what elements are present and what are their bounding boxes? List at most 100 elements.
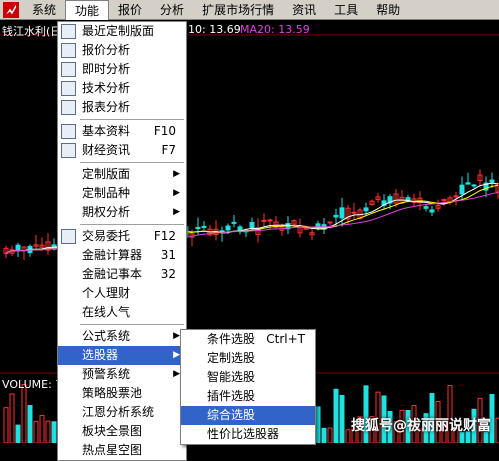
volume-bar xyxy=(27,404,33,443)
menu-item[interactable]: 最近定制版面 xyxy=(58,22,186,41)
shortcut-label: F12 xyxy=(153,229,176,243)
f10-icon xyxy=(61,124,76,139)
menu-item-label: 预警系统 xyxy=(82,367,131,381)
menu-item-label: 板块全景图 xyxy=(82,424,143,438)
volume-bar xyxy=(315,406,321,443)
menu-item[interactable]: 预警系统 ▶ xyxy=(58,365,186,384)
stock-selector-submenu: 条件选股 Ctrl+T 定制选股智能选股插件选股综合选股性价比选股器 xyxy=(180,329,316,445)
menu-item[interactable]: 财经资讯 F7 xyxy=(58,141,186,160)
menu-item[interactable]: 技术分析 xyxy=(58,79,186,98)
menu-item[interactable]: 即时分析 xyxy=(58,60,186,79)
stock-title: 钱江水利(日 xyxy=(2,25,62,38)
menu-item-label: 金融计算器 xyxy=(82,248,143,262)
submenu-item[interactable]: 插件选股 xyxy=(181,387,315,406)
menu-item[interactable]: 金融计算器 31 xyxy=(58,246,186,265)
menu-item[interactable]: 报价分析 xyxy=(58,41,186,60)
menu-extended-market[interactable]: 扩展市场行情 xyxy=(193,0,283,20)
candle-body xyxy=(249,222,255,230)
volume-bar xyxy=(21,384,27,443)
menu-item[interactable]: 期权分析 ▶ xyxy=(58,203,186,222)
volume-label: VOLUME: 7 xyxy=(2,378,63,391)
watermark: 搜狐号@祓丽丽说财富 xyxy=(351,418,491,434)
menu-tools[interactable]: 工具 xyxy=(325,0,367,20)
volume-bar xyxy=(321,427,327,443)
menu-analysis[interactable]: 分析 xyxy=(151,0,193,20)
menu-item-label: 最近定制版面 xyxy=(82,24,155,38)
candle-body xyxy=(327,221,333,224)
menu-item-label: 热点星空图 xyxy=(82,443,143,457)
menu-system[interactable]: 系统 xyxy=(23,0,65,20)
submenu-arrow-icon: ▶ xyxy=(173,169,180,179)
candle-body xyxy=(465,182,471,185)
menu-item-label: 智能选股 xyxy=(207,370,256,384)
menu-item[interactable]: 在线人气 xyxy=(58,303,186,322)
menu-item-label: 性价比选股器 xyxy=(207,427,280,441)
menu-item-label: 插件选股 xyxy=(207,389,256,403)
candle-body xyxy=(429,209,435,213)
candle-body xyxy=(267,219,273,222)
menu-function[interactable]: 功能 xyxy=(65,0,110,20)
menu-bar: 系统 功能 报价 分析 扩展市场行情 资讯 工具 帮助 xyxy=(0,0,499,20)
menu-item-label: 个人理财 xyxy=(82,286,131,300)
candle-body xyxy=(459,184,465,195)
submenu-item[interactable]: 综合选股 xyxy=(181,406,315,425)
menu-item[interactable]: 热点星空图 xyxy=(58,441,186,460)
shortcut-label: 32 xyxy=(160,267,176,281)
volume-bar xyxy=(51,421,57,443)
realtime-icon xyxy=(61,62,76,77)
menu-item[interactable]: 选股器 ▶ xyxy=(58,346,186,365)
ma20-value: MA20: 13.59 xyxy=(240,23,310,36)
menu-help[interactable]: 帮助 xyxy=(367,0,409,20)
function-menu: 最近定制版面 报价分析即时分析 技术分析 报表分析基本资料 F10 财经资讯 F7 定制版面 ▶… xyxy=(57,21,187,461)
menu-item-label: 选股器 xyxy=(82,348,119,362)
quote-icon xyxy=(61,43,76,58)
app-logo-icon[interactable] xyxy=(3,1,19,18)
submenu-item[interactable]: 性价比选股器 xyxy=(181,425,315,444)
menu-item[interactable]: 基本资料 F10 xyxy=(58,122,186,141)
candle-body xyxy=(351,211,357,214)
menu-item-label: 江恩分析系统 xyxy=(82,405,155,419)
shortcut-label: Ctrl+T xyxy=(266,332,305,346)
submenu-arrow-icon: ▶ xyxy=(173,331,180,341)
submenu-arrow-icon: ▶ xyxy=(173,350,180,360)
menu-item-label: 定制品种 xyxy=(82,186,131,200)
menu-item[interactable]: 板块全景图 xyxy=(58,422,186,441)
menu-item[interactable]: 公式系统 ▶ xyxy=(58,327,186,346)
candle-body xyxy=(471,184,477,187)
menu-item[interactable]: 金融记事本 32 xyxy=(58,265,186,284)
menu-item-label: 交易委托 xyxy=(82,229,131,243)
menu-item[interactable]: 报表分析 xyxy=(58,98,186,117)
menu-item-label: 定制版面 xyxy=(82,167,131,181)
menu-item-label: 金融记事本 xyxy=(82,267,143,281)
candle-body xyxy=(333,214,339,218)
volume-bar xyxy=(9,393,15,443)
f12-icon xyxy=(61,229,76,244)
tech-icon xyxy=(61,81,76,96)
menu-item-label: 报价分析 xyxy=(82,43,131,57)
menu-quote[interactable]: 报价 xyxy=(109,0,151,20)
submenu-item[interactable]: 定制选股 xyxy=(181,349,315,368)
submenu-item[interactable]: 条件选股 Ctrl+T xyxy=(181,330,315,349)
candle-body xyxy=(363,207,369,212)
menu-item[interactable]: 个人理财 xyxy=(58,284,186,303)
volume-bar xyxy=(345,429,351,443)
volume-bar xyxy=(45,420,51,443)
submenu-item[interactable]: 智能选股 xyxy=(181,368,315,387)
menu-item-label: 策略股票池 xyxy=(82,386,143,400)
volume-bar xyxy=(39,414,45,443)
menu-item[interactable]: 交易委托 F12 xyxy=(58,227,186,246)
menu-item-label: 公式系统 xyxy=(82,329,131,343)
menu-item[interactable]: 策略股票池 xyxy=(58,384,186,403)
menu-news[interactable]: 资讯 xyxy=(283,0,325,20)
shortcut-label: F10 xyxy=(153,124,176,138)
candle-body xyxy=(423,206,429,209)
menu-item[interactable]: 江恩分析系统 xyxy=(58,403,186,422)
menu-item[interactable]: 定制品种 ▶ xyxy=(58,184,186,203)
menu-item-label: 基本资料 xyxy=(82,124,131,138)
candle-body xyxy=(201,225,207,228)
menu-item[interactable]: 定制版面 ▶ xyxy=(58,165,186,184)
submenu-arrow-icon: ▶ xyxy=(173,207,180,217)
shortcut-label: F7 xyxy=(161,143,176,157)
volume-bar xyxy=(333,388,339,443)
layout-icon xyxy=(61,24,76,39)
